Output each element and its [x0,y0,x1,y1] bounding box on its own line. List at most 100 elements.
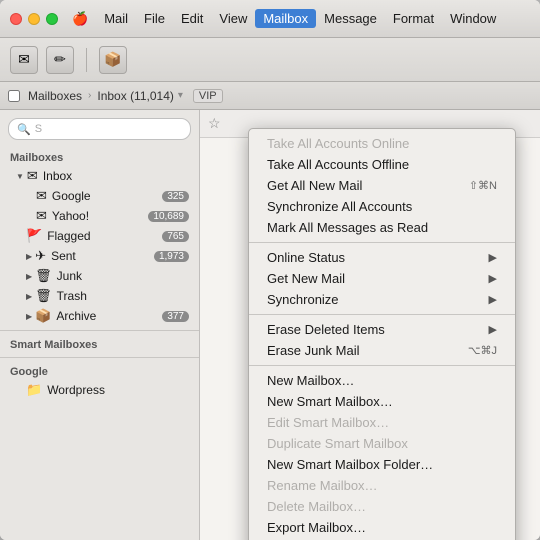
breadcrumb-mailboxes-label: Mailboxes [28,89,82,103]
menu-item-new-smart-mailbox-folder[interactable]: New Smart Mailbox Folder… [249,454,515,475]
breadcrumb-separator: › [88,90,91,101]
menu-item-rename-mailbox[interactable]: Rename Mailbox… [249,475,515,496]
menu-format[interactable]: Format [385,9,442,28]
sidebar-search[interactable]: 🔍 S [8,118,191,140]
sidebar-item-wordpress[interactable]: 📁 Wordpress [0,380,199,400]
toolbar-separator [86,48,87,72]
menu-item-synchronize[interactable]: Synchronize ▶ [249,289,515,310]
yahoo-badge: 10,689 [148,211,189,222]
maximize-button[interactable] [46,13,58,25]
compose-button[interactable]: ✉ [10,46,38,74]
menu-item-duplicate-smart-mailbox[interactable]: Duplicate Smart Mailbox [249,433,515,454]
menu-item-new-smart-mailbox[interactable]: New Smart Mailbox… [249,391,515,412]
sidebar-item-trash[interactable]: ▶ 🗑 Trash [0,286,199,306]
archive-button[interactable]: 📦 [99,46,127,74]
breadcrumb-mailboxes[interactable]: Mailboxes [8,89,82,103]
sidebar-item-junk[interactable]: ▶ 🗑 Junk [0,266,199,286]
vip-badge[interactable]: VIP [193,89,223,103]
new-message-button[interactable]: ✏ [46,46,74,74]
erase-deleted-arrow: ▶ [489,323,497,336]
yahoo-icon: ✉ [36,208,47,224]
rename-mailbox-label: Rename Mailbox… [267,478,378,493]
inbox-icon: ✉ [27,168,38,184]
menu-view[interactable]: View [211,9,255,28]
sidebar-item-sent[interactable]: ▶ ✈ Sent 1,973 [0,246,199,266]
archive-expand-icon: ▶ [26,312,32,321]
get-all-new-mail-label: Get All New Mail [267,178,362,193]
toolbar: ✉ ✏ 📦 [0,38,540,82]
online-status-arrow: ▶ [489,251,497,264]
menu-item-take-all-online[interactable]: Take All Accounts Online [249,133,515,154]
inbox-label: Inbox [43,169,189,183]
search-placeholder: S [35,123,42,135]
mail-window: 🍎 Mail File Edit View Mailbox Message Fo… [0,0,540,540]
trash-label: Trash [57,289,189,303]
new-mailbox-label: New Mailbox… [267,373,354,388]
star-col-icon: ☆ [208,115,221,132]
new-smart-mailbox-label: New Smart Mailbox… [267,394,393,409]
sidebar-item-inbox[interactable]: ▼ ✉ Inbox [0,166,199,186]
menu-mail[interactable]: Mail [96,9,136,28]
menu-item-delete-mailbox[interactable]: Delete Mailbox… [249,496,515,517]
close-button[interactable] [10,13,22,25]
menu-mailbox[interactable]: Mailbox [255,9,316,28]
breadcrumb-bar: Mailboxes › Inbox (11,014) ▾ VIP [0,82,540,110]
sidebar-item-flagged[interactable]: 🚩 Flagged 765 [0,226,199,246]
archive-icon: 📦 [35,308,51,324]
menu-window[interactable]: Window [442,9,504,28]
archive-badge: 377 [162,311,189,322]
menu-edit[interactable]: Edit [173,9,211,28]
delete-mailbox-label: Delete Mailbox… [267,499,366,514]
erase-deleted-label: Erase Deleted Items [267,322,385,337]
get-all-new-mail-shortcut: ⇧⌘N [469,179,497,192]
menu-item-get-new-mail[interactable]: Get New Mail ▶ [249,268,515,289]
minimize-button[interactable] [28,13,40,25]
menu-item-new-mailbox[interactable]: New Mailbox… [249,370,515,391]
menu-item-online-status[interactable]: Online Status ▶ [249,247,515,268]
menu-item-mark-all-read[interactable]: Mark All Messages as Read [249,217,515,238]
sidebar-divider-2 [0,357,199,358]
dropdown-sep-2 [249,314,515,315]
export-mailbox-label: Export Mailbox… [267,520,366,535]
take-all-offline-label: Take All Accounts Offline [267,157,409,172]
trash-expand-icon: ▶ [26,292,32,301]
breadcrumb-inbox-label: Inbox (11,014) [97,89,174,103]
archive-label: Archive [56,309,162,323]
erase-junk-shortcut: ⌥⌘J [468,344,497,357]
menu-item-get-all-new-mail[interactable]: Get All New Mail ⇧⌘N [249,175,515,196]
expand-icon: ▼ [16,172,24,181]
menu-apple[interactable]: 🍎 [64,9,96,29]
google-badge: 325 [162,191,189,202]
mailboxes-checkbox[interactable] [8,90,20,102]
menu-item-erase-deleted[interactable]: Erase Deleted Items ▶ [249,319,515,340]
main-area: 🔍 S Mailboxes ▼ ✉ Inbox ✉ Google 325 ✉ Y… [0,110,540,540]
flagged-label: Flagged [47,229,162,243]
duplicate-smart-mailbox-label: Duplicate Smart Mailbox [267,436,408,451]
menu-item-edit-smart-mailbox[interactable]: Edit Smart Mailbox… [249,412,515,433]
sent-expand-icon: ▶ [26,252,32,261]
mailbox-dropdown-menu: Take All Accounts Online Take All Accoun… [248,128,516,540]
menu-item-take-all-offline[interactable]: Take All Accounts Offline [249,154,515,175]
menu-item-sync-all[interactable]: Synchronize All Accounts [249,196,515,217]
sidebar-item-yahoo[interactable]: ✉ Yahoo! 10,689 [0,206,199,226]
menu-file[interactable]: File [136,9,173,28]
synchronize-label: Synchronize [267,292,339,307]
sidebar-item-google[interactable]: ✉ Google 325 [0,186,199,206]
google-icon: ✉ [36,188,47,204]
breadcrumb-inbox[interactable]: Inbox (11,014) ▾ [97,89,183,103]
online-status-label: Online Status [267,250,345,265]
new-smart-mailbox-folder-label: New Smart Mailbox Folder… [267,457,433,472]
traffic-lights [10,13,58,25]
junk-icon: 🗑 [35,268,52,284]
menu-message[interactable]: Message [316,9,385,28]
sidebar-item-archive[interactable]: ▶ 📦 Archive 377 [0,306,199,326]
breadcrumb-dropdown-arrow[interactable]: ▾ [178,90,183,101]
dropdown-sep-3 [249,365,515,366]
erase-junk-label: Erase Junk Mail [267,343,359,358]
search-icon: 🔍 [17,123,31,136]
sidebar: 🔍 S Mailboxes ▼ ✉ Inbox ✉ Google 325 ✉ Y… [0,110,200,540]
menu-item-erase-junk[interactable]: Erase Junk Mail ⌥⌘J [249,340,515,361]
get-new-mail-label: Get New Mail [267,271,345,286]
menu-item-export-mailbox[interactable]: Export Mailbox… [249,517,515,538]
menu-bar: 🍎 Mail File Edit View Mailbox Message Fo… [64,9,530,29]
